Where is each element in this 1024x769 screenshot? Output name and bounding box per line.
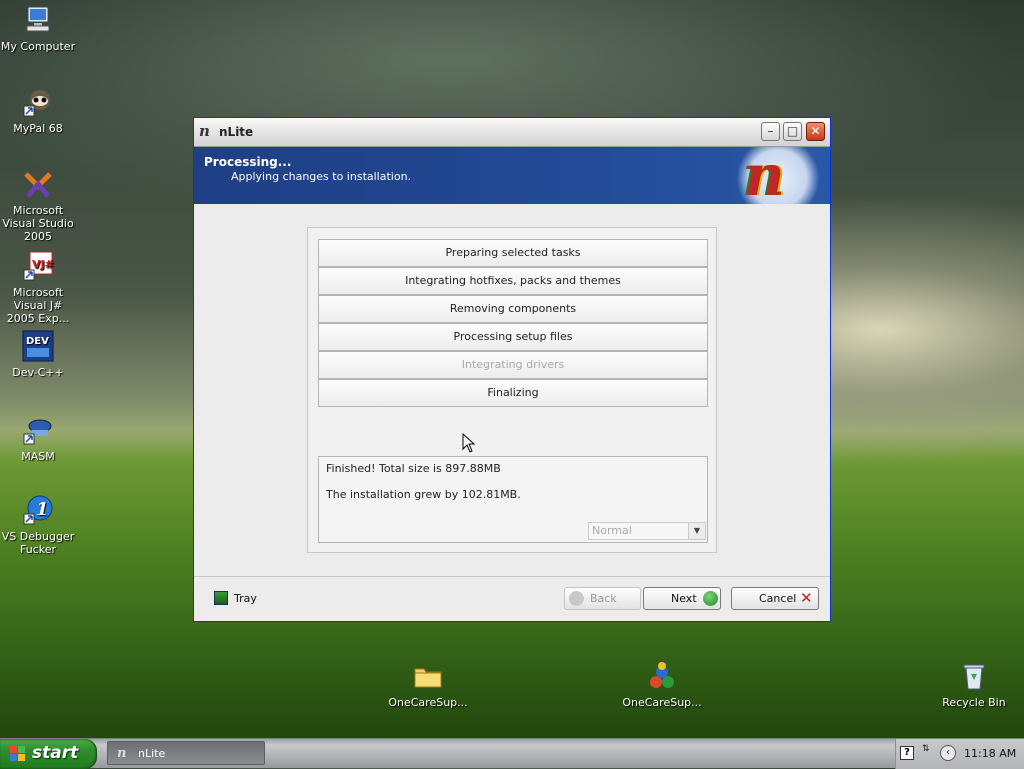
chevron-left-icon[interactable]: ‹ (940, 745, 956, 761)
maximize-button[interactable]: □ (783, 122, 802, 141)
clock[interactable]: 11:18 AM (964, 747, 1016, 760)
visual-studio-icon (22, 168, 54, 200)
vj-sharp-icon: VJ# (22, 250, 54, 282)
page-header: Processing... Applying changes to instal… (194, 143, 830, 209)
desktop-icon-label: VS Debugger Fucker (1, 530, 75, 556)
folder-icon (412, 660, 444, 692)
task-finalizing: Finalizing (318, 379, 708, 407)
debugger-icon: 1 (22, 494, 54, 526)
result-growth: The installation grew by 102.81MB. (326, 488, 521, 501)
desktop-icon-label: OneCareSup... (388, 696, 468, 709)
task-removing-components: Removing components (318, 295, 708, 323)
tray-label: Tray (234, 592, 257, 605)
svg-text:DEV: DEV (26, 336, 49, 347)
result-total-size: Finished! Total size is 897.88MB (326, 462, 501, 475)
desktop-icon-masm[interactable]: MASM (0, 414, 78, 463)
help-icon[interactable]: ? (900, 746, 914, 760)
desktop-icon-my-computer[interactable]: My Computer (0, 4, 78, 53)
close-button[interactable]: ✕ (806, 122, 825, 141)
back-arrow-icon (569, 591, 584, 606)
nlite-logo-icon: n (199, 122, 210, 140)
tray-download-icon (214, 591, 228, 605)
start-button[interactable]: start (0, 739, 97, 769)
close-icon: ✕ (810, 124, 821, 138)
desktop-icon-mypal[interactable]: MyPal 68 (0, 86, 78, 135)
maximize-icon: □ (786, 124, 799, 138)
nlite-window: n nLite – □ ✕ Processing... Applying cha… (193, 117, 831, 622)
next-button[interactable]: Next (643, 587, 721, 610)
task-preparing: Preparing selected tasks (318, 239, 708, 267)
header-title: Processing... (204, 155, 292, 169)
masm-icon (22, 414, 54, 446)
nlite-banner-logo-icon: n (730, 143, 826, 209)
taskbar-item-nlite[interactable]: n nLite (107, 741, 265, 765)
minimize-icon: – (767, 124, 774, 138)
network-icon[interactable]: ⇅ (922, 745, 932, 761)
mouse-cursor-icon (462, 433, 476, 453)
taskbar: start n nLite ? ⇅ ‹ 11:18 AM (0, 738, 1024, 769)
desktop-icon-dev-cpp[interactable]: DEV Dev-C++ (0, 330, 78, 379)
desktop-icon-label: MASM (21, 450, 55, 463)
desktop-icon-label: Microsoft Visual J# 2005 Exp... (6, 286, 70, 325)
start-label: start (32, 743, 79, 763)
desktop-icon-onecare-app[interactable]: OneCareSup... (622, 660, 702, 709)
computer-icon (22, 4, 54, 36)
priority-select[interactable]: Normal ▼ (588, 522, 706, 540)
windows-flag-icon (10, 746, 26, 762)
result-box: Finished! Total size is 897.88MB The ins… (318, 456, 708, 543)
back-button[interactable]: Back (564, 587, 641, 610)
svg-text:1: 1 (36, 499, 49, 520)
desktop-icon-label: OneCareSup... (622, 696, 702, 709)
nlite-small-icon: n (117, 746, 127, 761)
header-subtitle: Applying changes to installation. (231, 170, 412, 183)
desktop-icon-label: My Computer (0, 40, 76, 53)
desktop-icon-onecare-folder[interactable]: OneCareSup... (388, 660, 468, 709)
task-processing-setup: Processing setup files (318, 323, 708, 351)
desktop-icon-visual-studio[interactable]: Microsoft Visual Studio 2005 (0, 168, 78, 243)
desktop-icon-label: Dev-C++ (12, 366, 64, 379)
next-arrow-icon (703, 591, 718, 606)
title-bar[interactable]: n nLite – □ ✕ (194, 118, 830, 147)
back-label: Back (590, 592, 617, 605)
system-tray: ? ⇅ ‹ 11:18 AM (895, 739, 1024, 769)
cancel-x-icon: ✕ (800, 589, 813, 607)
content-area: Preparing selected tasks Integrating hot… (194, 204, 830, 621)
minimize-button[interactable]: – (761, 122, 780, 141)
window-title: nLite (219, 125, 254, 139)
desktop-icon-vs-debugger[interactable]: 1 VS Debugger Fucker (0, 494, 78, 556)
next-label: Next (671, 592, 697, 605)
footer-divider (194, 576, 830, 577)
cancel-label: Cancel (759, 592, 797, 605)
task-panel: Preparing selected tasks Integrating hot… (307, 227, 717, 553)
chevron-down-icon[interactable]: ▼ (688, 523, 705, 539)
desktop-icon-label: MyPal 68 (13, 122, 63, 135)
desktop-icon-recycle-bin[interactable]: Recycle Bin (934, 660, 1014, 709)
task-integrating-hotfixes: Integrating hotfixes, packs and themes (318, 267, 708, 295)
taskbar-item-label: nLite (138, 747, 166, 760)
desktop-icon-vj-sharp[interactable]: VJ# Microsoft Visual J# 2005 Exp... (0, 250, 78, 325)
priority-select-value: Normal (592, 524, 632, 537)
desktop-icon-label: Microsoft Visual Studio 2005 (2, 204, 74, 243)
svg-text:VJ#: VJ# (32, 258, 54, 271)
onecare-icon (646, 660, 678, 692)
cancel-button[interactable]: Cancel ✕ (731, 587, 819, 610)
raccoon-icon (22, 86, 54, 118)
task-integrating-drivers: Integrating drivers (318, 351, 708, 379)
desktop-icon-label: Recycle Bin (942, 696, 1006, 709)
dev-cpp-icon: DEV (22, 330, 54, 362)
recycle-bin-icon (958, 660, 990, 692)
